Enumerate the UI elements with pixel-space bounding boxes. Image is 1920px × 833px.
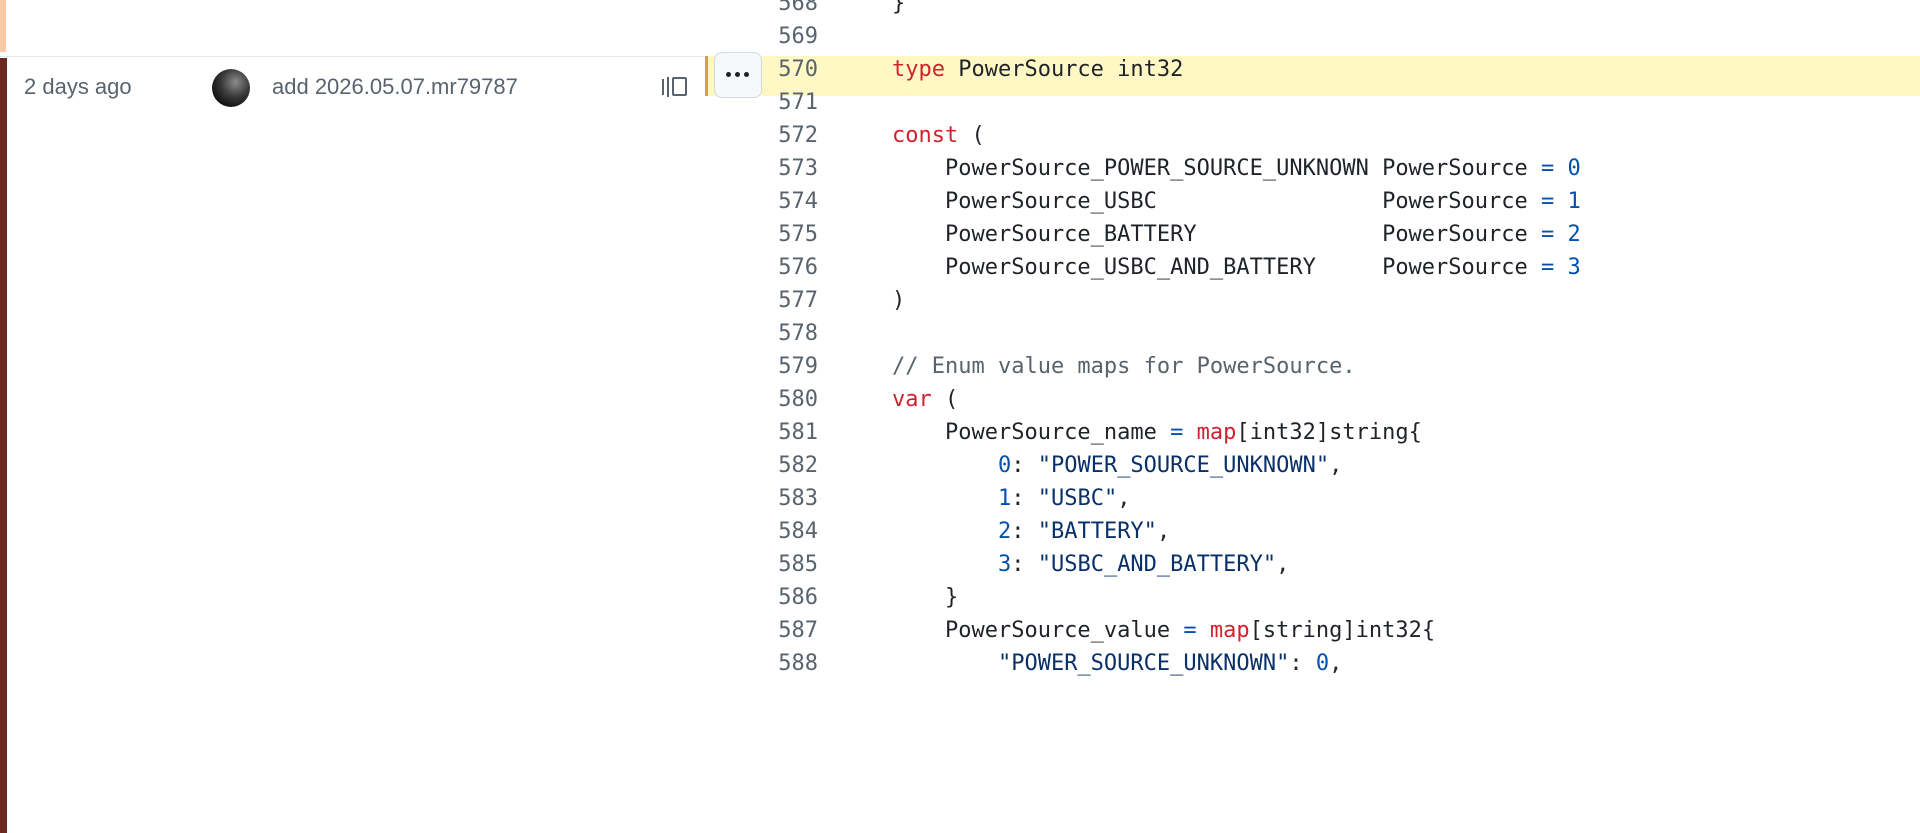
code-token: // Enum value maps for PowerSource. [892,354,1356,379]
code-token: [int32]string{ [1236,420,1422,445]
code-token: = [1541,222,1555,247]
code-token: : [1289,651,1316,676]
code-token: , [1329,651,1343,676]
code-token: PowerSource_POWER_SOURCE_UNKNOWN PowerSo… [892,156,1542,181]
blame-entry: 2 days ago add 2026.05.07.mr79787 [0,57,706,117]
code-token: const [892,123,959,148]
code-token: type [892,57,945,82]
code-token: PowerSource_USBC_AND_BATTERY PowerSource [892,255,1542,280]
code-token: = [1541,189,1555,214]
blame-age-indicator-previous [0,0,6,52]
code-token: PowerSource_USBC PowerSource [892,189,1542,214]
code-token: 2 [1567,222,1581,247]
author-avatar[interactable] [212,69,250,107]
code-token: PowerSource_BATTERY PowerSource [892,222,1542,247]
code-token: map [1209,618,1250,643]
line-number[interactable]: 588 [706,644,818,684]
code-token: "USBC" [1037,486,1118,511]
code-token: 0 [997,453,1012,478]
code-token: 1 [997,486,1012,511]
code-token: : [1011,453,1038,478]
code-token: ) [892,288,906,313]
code-token: "USBC_AND_BATTERY" [1037,552,1277,577]
code-token: ( [958,123,985,148]
code-token: 1 [1567,189,1581,214]
commit-age: 2 days ago [24,74,132,99]
code-token: PowerSource_value [892,618,1184,643]
code-token: : [1011,519,1038,544]
code-token: } [892,0,906,16]
blame-age-indicator [0,58,7,833]
code-token: [string]int32{ [1249,618,1436,643]
code-line[interactable]: 588 "POWER_SOURCE_UNKNOWN": 0, [706,644,1920,684]
code-token: PowerSource int32 [944,57,1184,82]
code-token: = [1541,156,1555,181]
code-token: 0 [1315,651,1330,676]
code-token: "POWER_SOURCE_UNKNOWN" [997,651,1290,676]
code-token: , [1156,519,1171,544]
code-token: 3 [1567,255,1581,280]
code-token: 3 [997,552,1012,577]
commit-message-link[interactable]: add 2026.05.07.mr79787 [272,73,518,101]
code-token: 0 [1567,156,1581,181]
reblame-icon[interactable] [660,71,696,105]
blame-gutter: 2 days ago add 2026.05.07.mr79787 [0,0,706,833]
code-token: : [1011,486,1038,511]
code-token: = [1183,618,1197,643]
code-token: var [892,387,932,412]
code-token: "BATTERY" [1037,519,1157,544]
code-token: } [892,585,959,610]
code-token: , [1276,552,1290,577]
line-content: "POWER_SOURCE_UNKNOWN": 0, [892,644,1342,684]
code-token: PowerSource_name [892,420,1171,445]
code-token: 2 [997,519,1012,544]
code-token: = [1541,255,1555,280]
code-token: ( [931,387,959,412]
code-token: map [1196,420,1237,445]
code-token: , [1117,486,1131,511]
code-token: = [1170,420,1184,445]
code-token: : [1011,552,1038,577]
code-token: "POWER_SOURCE_UNKNOWN" [1037,453,1330,478]
code-token: , [1329,453,1343,478]
